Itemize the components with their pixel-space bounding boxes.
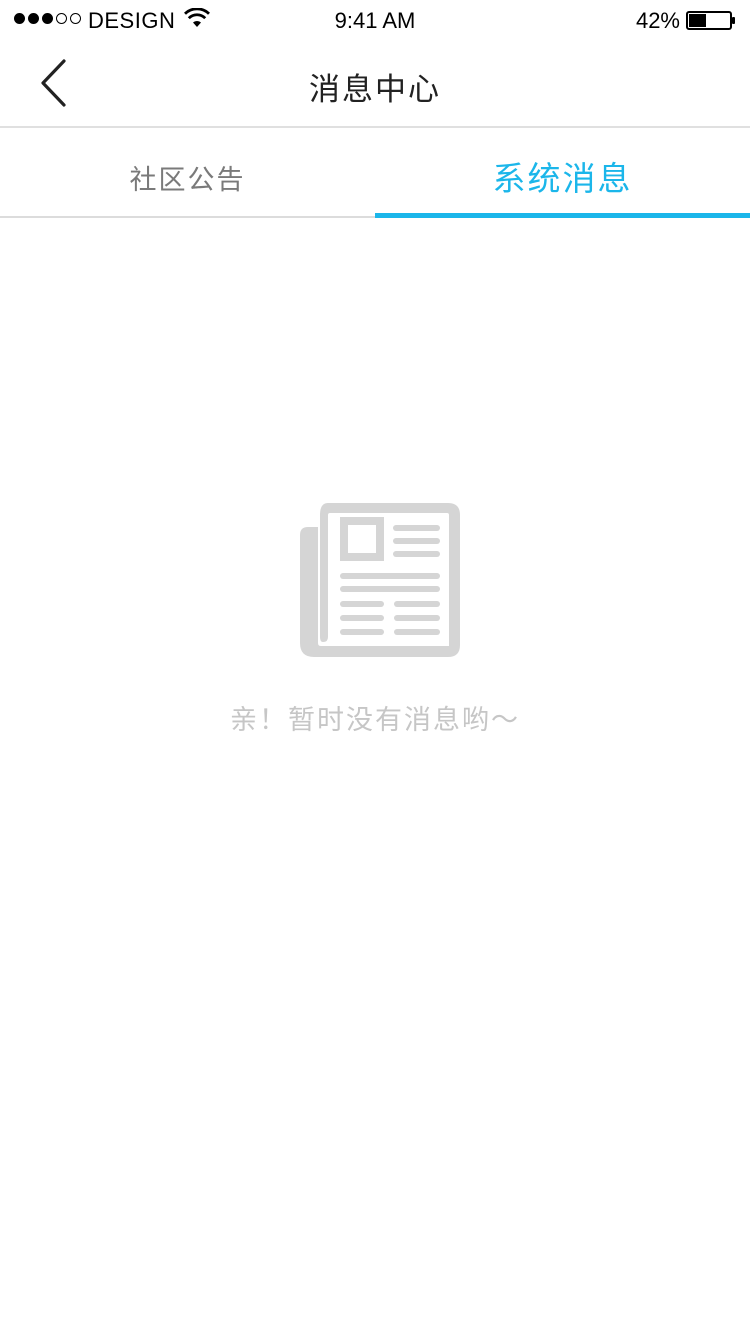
newspaper-icon	[300, 503, 460, 657]
page-title: 消息中心	[309, 72, 441, 108]
active-tab-indicator	[375, 213, 750, 218]
tab-label: 系统消息	[492, 159, 633, 198]
tab-system-messages[interactable]: 系统消息	[375, 128, 750, 218]
tab-label: 社区公告	[129, 165, 246, 196]
navigation-bar: 消息中心	[0, 40, 750, 128]
tab-bar: 社区公告 系统消息	[0, 128, 750, 218]
empty-state-message: 亲！暂时没有消息哟～	[230, 705, 520, 736]
tab-community-announcements[interactable]: 社区公告	[0, 128, 375, 218]
battery-percentage: 42%	[635, 8, 680, 33]
status-bar: DESIGN 9:41 AM 42%	[0, 0, 750, 40]
screen: DESIGN 9:41 AM 42% 消息中心 社区公告 系统消息 亲！暂时没有…	[0, 0, 750, 1334]
battery-icon	[686, 11, 735, 30]
